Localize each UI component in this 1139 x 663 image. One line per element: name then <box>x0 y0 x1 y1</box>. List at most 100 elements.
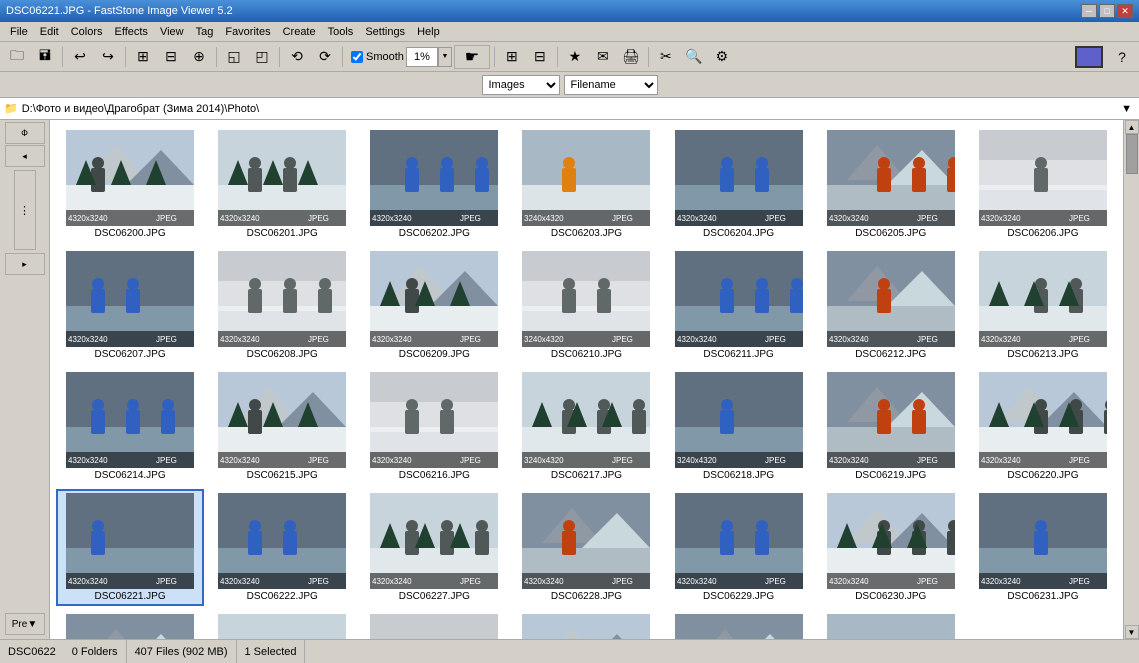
thumbnail-item[interactable]: 4320x3240JPEGDSC06227.JPG <box>360 489 508 606</box>
menu-effects[interactable]: Effects <box>109 24 154 40</box>
menu-view[interactable]: View <box>154 24 190 40</box>
thumbnail-item[interactable]: 4320x3240JPEGDSC06211.JPG <box>665 247 813 364</box>
thumbnail-item[interactable]: 3240x4320JPEGDSC06218.JPG <box>665 368 813 485</box>
toolbar-btn-20[interactable]: ? <box>1109 45 1135 69</box>
minimize-button[interactable]: ─ <box>1081 4 1097 18</box>
toolbar-btn-12[interactable]: ⊞ <box>499 45 525 69</box>
thumbnail-item[interactable]: 4320x3240JPEGDSC06220.JPG <box>969 368 1117 485</box>
toolbar-btn-6[interactable]: ⊟ <box>158 45 184 69</box>
thumbnail-item[interactable]: 4320x3240JPEGDSC06216.JPG <box>360 368 508 485</box>
maximize-button[interactable]: □ <box>1099 4 1115 18</box>
hand-tool-button[interactable]: ☛ <box>454 45 490 69</box>
toolbar-btn-17[interactable]: ✂ <box>653 45 679 69</box>
menu-edit[interactable]: Edit <box>34 24 65 40</box>
thumbnail-item[interactable]: 4320x3240JPEGDSC06201.JPG <box>208 126 356 243</box>
menu-file[interactable]: File <box>4 24 34 40</box>
thumbnail-name: DSC06216.JPG <box>399 470 470 481</box>
toolbar-btn-7[interactable]: ⊕ <box>186 45 212 69</box>
toolbar-btn-15[interactable]: ✉ <box>590 45 616 69</box>
toolbar-btn-10[interactable]: ⟲ <box>284 45 310 69</box>
thumbnail-name: DSC06217.JPG <box>551 470 622 481</box>
left-btn-3[interactable]: ▸ <box>5 253 45 275</box>
thumbnail-item[interactable]: 4320x3240JPEGDSC06237.JPG <box>817 610 965 639</box>
scroll-down-button[interactable]: ▼ <box>1125 625 1139 639</box>
thumbnail-item[interactable]: 4320x3240JPEGDSC06214.JPG <box>56 368 204 485</box>
thumbnail-name: DSC06230.JPG <box>855 591 926 602</box>
left-btn-2[interactable]: ◂ <box>5 145 45 167</box>
toolbar-btn-2[interactable]: 🖬 <box>32 45 58 69</box>
toolbar-btn-4[interactable]: ↪ <box>95 45 121 69</box>
svg-text:JPEG: JPEG <box>612 214 633 223</box>
svg-text:4320x3240: 4320x3240 <box>829 335 869 344</box>
thumbnail-item[interactable]: 4320x3240JPEGDSC06213.JPG <box>969 247 1117 364</box>
thumbnail-item[interactable]: 4320x3240JPEGDSC06204.JPG <box>665 126 813 243</box>
toolbar-btn-19[interactable]: ⚙ <box>709 45 735 69</box>
scroll-track <box>1125 134 1139 625</box>
toolbar-btn-16[interactable]: 🖨 <box>618 45 644 69</box>
thumbnail-item[interactable]: 4320x3240JPEGDSC06236.JPG <box>665 610 813 639</box>
file-type-combo[interactable]: Images All Files RAW Files <box>482 75 560 95</box>
toolbar-btn-14[interactable]: ★ <box>562 45 588 69</box>
thumbnail-item[interactable]: 4320x3240JPEGDSC06230.JPG <box>817 489 965 606</box>
scroll-thumb[interactable] <box>1126 134 1138 174</box>
thumbnail-item[interactable]: 4320x3240JPEGDSC06206.JPG <box>969 126 1117 243</box>
toolbar-btn-1[interactable]: 🗀 <box>4 45 30 69</box>
thumbnails-scroll[interactable]: 4320x3240JPEGDSC06200.JPG4320x3240JPEGDS… <box>50 120 1123 639</box>
toolbar-btn-8[interactable]: ◱ <box>221 45 247 69</box>
smooth-checkbox[interactable] <box>351 51 363 63</box>
toolbar-btn-11[interactable]: ⟳ <box>312 45 338 69</box>
right-scrollbar[interactable]: ▲ ▼ <box>1123 120 1139 639</box>
thumbnail-item[interactable]: 4320x3240JPEGDSC06235.JPG <box>512 610 660 639</box>
thumbnail-item[interactable]: 4320x3240JPEGDSC06208.JPG <box>208 247 356 364</box>
thumbnail-item[interactable]: 3240x4320JPEGDSC06217.JPG <box>512 368 660 485</box>
thumbnail-name: DSC06200.JPG <box>94 228 165 239</box>
menu-create[interactable]: Create <box>277 24 322 40</box>
menu-colors[interactable]: Colors <box>65 24 109 40</box>
vertical-scrollbar-handle[interactable]: ⋮ <box>14 170 36 250</box>
left-btn-1[interactable]: Ф <box>5 122 45 144</box>
toolbar-btn-13[interactable]: ⊟ <box>527 45 553 69</box>
thumbnail-item[interactable]: 4320x3240JPEGDSC06200.JPG <box>56 126 204 243</box>
thumbnail-item[interactable]: 4320x3240JPEGDSC06234.JPG <box>360 610 508 639</box>
toolbar-btn-3[interactable]: ↩ <box>67 45 93 69</box>
thumbnail-item[interactable]: 4320x3240JPEGDSC06232.JPG <box>56 610 204 639</box>
thumbnail-item[interactable]: 4320x3240JPEGDSC06229.JPG <box>665 489 813 606</box>
thumbnail-item[interactable]: 4320x3240JPEGDSC06228.JPG <box>512 489 660 606</box>
thumbnail-item[interactable]: 4320x3240JPEGDSC06202.JPG <box>360 126 508 243</box>
thumbnail-item[interactable]: 4320x3240JPEGDSC06207.JPG <box>56 247 204 364</box>
zoom-input[interactable]: 1% <box>406 47 438 67</box>
thumbnail-name: DSC06201.JPG <box>247 228 318 239</box>
sort-select[interactable]: Filename Date Modified File Size Image S… <box>565 76 657 94</box>
toolbar-btn-5[interactable]: ⊞ <box>130 45 156 69</box>
thumbnail-item[interactable]: 4320x3240JPEGDSC06222.JPG <box>208 489 356 606</box>
toolbar-btn-9[interactable]: ◰ <box>249 45 275 69</box>
thumbnail-item[interactable]: 4320x3240JPEGDSC06219.JPG <box>817 368 965 485</box>
thumbnail-item[interactable]: 4320x3240JPEGDSC06221.JPG <box>56 489 204 606</box>
toolbar-btn-18[interactable]: 🔍 <box>681 45 707 69</box>
folders-status: 0 Folders <box>64 640 127 663</box>
svg-text:JPEG: JPEG <box>156 214 177 223</box>
thumbnail-item[interactable]: 4320x3240JPEGDSC06233.JPG <box>208 610 356 639</box>
menu-tag[interactable]: Tag <box>190 24 220 40</box>
menu-favorites[interactable]: Favorites <box>219 24 276 40</box>
thumbnail-item[interactable]: 3240x4320JPEGDSC06203.JPG <box>512 126 660 243</box>
thumbnail-item[interactable]: 4320x3240JPEGDSC06205.JPG <box>817 126 965 243</box>
file-type-select[interactable]: Images All Files RAW Files <box>483 76 559 94</box>
thumbnail-item[interactable]: 4320x3240JPEGDSC06209.JPG <box>360 247 508 364</box>
thumbnail-item[interactable]: 4320x3240JPEGDSC06231.JPG <box>969 489 1117 606</box>
close-button[interactable]: ✕ <box>1117 4 1133 18</box>
svg-text:4320x3240: 4320x3240 <box>372 214 412 223</box>
sort-combo[interactable]: Filename Date Modified File Size Image S… <box>564 75 658 95</box>
menu-settings[interactable]: Settings <box>359 24 411 40</box>
scroll-up-button[interactable]: ▲ <box>1125 120 1139 134</box>
thumbnail-item[interactable]: 4320x3240JPEGDSC06212.JPG <box>817 247 965 364</box>
svg-text:4320x3240: 4320x3240 <box>220 577 260 586</box>
color-picker-box[interactable] <box>1075 46 1103 68</box>
thumbnail-item[interactable]: 4320x3240JPEGDSC06215.JPG <box>208 368 356 485</box>
pre-button[interactable]: Pre ▼ <box>5 613 45 635</box>
zoom-down-arrow[interactable]: ▼ <box>438 47 452 67</box>
thumbnail-item[interactable]: 3240x4320JPEGDSC06210.JPG <box>512 247 660 364</box>
menu-tools[interactable]: Tools <box>322 24 360 40</box>
path-dropdown-button[interactable]: ▼ <box>1118 100 1135 118</box>
menu-help[interactable]: Help <box>411 24 446 40</box>
